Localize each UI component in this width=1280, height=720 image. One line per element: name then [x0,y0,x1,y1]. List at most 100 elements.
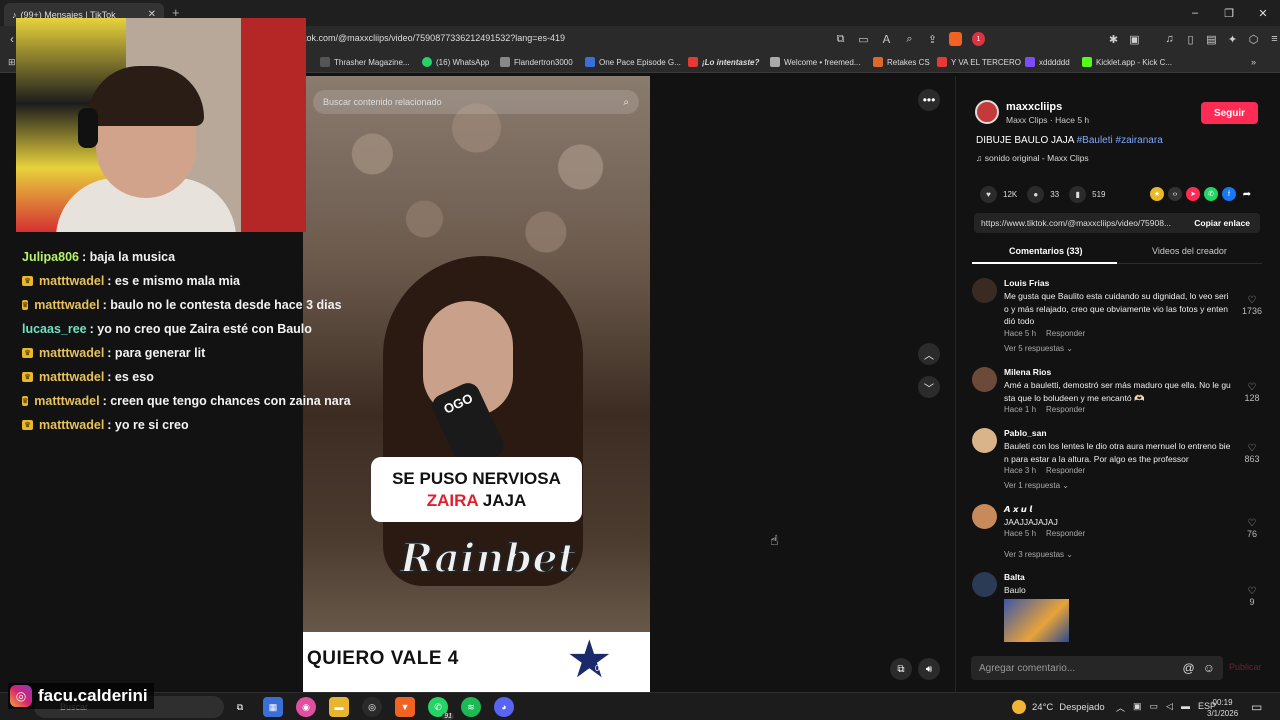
brave-shield-icon[interactable] [949,32,962,46]
commenter-avatar[interactable] [972,278,997,303]
leo-icon[interactable]: ✦ [1226,32,1239,46]
previous-video-button[interactable]: ︿ [918,343,940,365]
view-replies-button[interactable]: Ver 3 respuestas ⌄ [1004,550,1073,559]
share-link[interactable]: https://www.tiktok.com/@maxxcliips/video… [981,218,1171,228]
send-icon[interactable]: ➤ [1186,187,1200,201]
comment-icon[interactable]: ● [1027,186,1045,203]
reply-button[interactable]: Responder [1046,329,1085,338]
share-icon[interactable]: ⇪ [926,32,939,46]
pip-button[interactable]: ⧉ [890,658,912,680]
minimize-button[interactable]: – [1178,0,1212,26]
network-icon[interactable]: ▭ [1150,701,1159,714]
bookmark-icon[interactable]: ▮ [1069,186,1087,203]
back-icon[interactable]: ‹ [10,32,14,46]
whatsapp-share-icon[interactable]: ✆ [1204,187,1218,201]
bookmark-2[interactable]: Flandertron3000 [500,57,573,67]
comment-like[interactable]: ♡ 1736 [1240,295,1264,316]
clock[interactable]: 00:19 3/1/2026 [1207,697,1238,719]
more-bookmarks-icon[interactable]: » [1251,57,1256,67]
tab-creator-videos[interactable]: Videos del creador [1152,246,1227,256]
battery-icon[interactable]: ▬ [1181,701,1190,714]
wallet-icon[interactable]: ▤ [1205,32,1218,46]
commenter-name[interactable]: 𝘼 𝙭 𝙪 𝙡 [1004,504,1032,515]
commenter-name[interactable]: Milena Rios [1004,367,1051,377]
music-icon[interactable]: ♫ [1163,32,1176,46]
maximize-button[interactable]: ❐ [1212,0,1246,26]
commenter-name[interactable]: Pablo_san [1004,428,1047,438]
commenter-avatar[interactable] [972,367,997,392]
facebook-share-icon[interactable]: f [1222,187,1236,201]
cast-icon[interactable]: ▭ [857,32,870,46]
bookmark-9[interactable]: Kicklet.app - Kick C... [1082,57,1172,67]
translate-icon[interactable]: Ａ [880,32,893,46]
related-search-input[interactable]: Buscar contenido relacionado ⌕ [313,90,639,114]
folder-icon[interactable]: ▬ [329,697,349,717]
comment-like[interactable]: ♡ 76 [1240,518,1264,539]
bookmark-0[interactable]: Thrasher Magazine... [320,57,410,67]
zoom-icon[interactable]: ⌕ [903,32,916,46]
reply-button[interactable]: Responder [1046,466,1085,475]
url-field[interactable]: tok.com/@maxxcliips/video/75908773362124… [304,33,565,43]
search-icon[interactable]: ⌕ [623,97,629,108]
copy-link-button[interactable]: Copiar enlace [1194,218,1250,228]
commenter-avatar[interactable] [972,504,997,529]
comment-input[interactable]: Agregar comentario... @ ☺ [971,656,1223,680]
mention-icon[interactable]: @ [1183,661,1195,675]
brave-icon[interactable]: ▼ [395,697,415,717]
chevron-up-icon[interactable]: ︿ [1116,701,1125,714]
publish-button[interactable]: Publicar [1229,662,1262,672]
bookmark-6[interactable]: Retakes CS [873,57,930,67]
store-icon[interactable]: ▦ [263,697,283,717]
brave-rewards-icon[interactable]: 1 [972,32,985,46]
volume-icon[interactable]: ◁ [1166,701,1173,714]
spotify-icon[interactable]: ≋ [461,697,481,717]
whatsapp-taskbar-icon[interactable]: ✆ 91 [428,697,454,720]
vpn-icon[interactable]: ⬡ [1247,32,1260,46]
bookmark-8[interactable]: xdddddd [1025,57,1070,67]
author-avatar[interactable] [975,100,999,124]
sidebar-icon[interactable]: ▯ [1184,32,1197,46]
commenter-avatar[interactable] [972,428,997,453]
embed-icon[interactable]: ‹› [1168,187,1182,201]
discord-icon[interactable]: ◕ [494,697,514,717]
hashtags-link[interactable]: #Bauleti #zairanara [1077,135,1163,146]
bookmark-3[interactable]: One Pace Episode G... [585,57,681,67]
reply-button[interactable]: Responder [1046,405,1085,414]
menu-icon[interactable]: ≡ [1268,32,1280,46]
heart-icon[interactable]: ♥ [980,186,997,203]
weather-widget[interactable]: 24°C Despejado [1012,700,1105,714]
bookmark-1[interactable]: (16) WhatsApp [422,57,489,67]
view-replies-button[interactable]: Ver 5 respuestas ⌄ [1004,344,1073,353]
commenter-avatar[interactable] [972,572,997,597]
close-window-button[interactable]: ✕ [1246,0,1280,26]
more-share-icon[interactable]: ➦ [1240,187,1254,201]
bookmark-5[interactable]: Welcome • freemed... [770,57,860,67]
sound-link[interactable]: ♫ sonido original - Maxx Clips [976,153,1089,163]
follow-button[interactable]: Seguir [1201,102,1258,124]
screenshot-icon[interactable]: ▣ [1128,32,1141,46]
reader-icon[interactable]: ⧉ [834,32,847,46]
tab-comments[interactable]: Comentarios (33) [1009,246,1083,256]
more-options-button[interactable]: ••• [918,89,940,111]
extensions-icon[interactable]: ✱ [1107,32,1120,46]
reply-button[interactable]: Responder [1046,529,1085,538]
app-icon[interactable]: ◉ [296,697,316,717]
next-video-button[interactable]: ﹀ [918,376,940,398]
comment-like[interactable]: ♡ 863 [1240,443,1264,464]
comment-like[interactable]: ♡ 9 [1240,586,1264,607]
comment-image[interactable] [1004,599,1069,642]
commenter-name[interactable]: Balta [1004,572,1025,582]
steam-icon[interactable]: ◎ [362,697,382,717]
author-name[interactable]: maxxcliips [1006,101,1062,113]
bookmark-4[interactable]: ¡Lo intentaste? [688,57,759,67]
tray-app-icon[interactable]: ▣ [1133,701,1142,714]
notification-icon[interactable]: ▭ [1251,700,1262,714]
volume-button[interactable]: 🔊︎ [918,658,940,680]
emoji-icon[interactable]: ☺ [1203,661,1215,675]
comment-like[interactable]: ♡ 128 [1240,382,1264,403]
bookmark-7[interactable]: Y VA EL TERCERO [937,57,1021,67]
commenter-name[interactable]: Louis Frias [1004,278,1049,288]
gift-icon[interactable]: ★ [1150,187,1164,201]
task-view-icon[interactable]: ⧉ [230,697,250,717]
apps-icon[interactable]: ⊞ [8,57,16,68]
